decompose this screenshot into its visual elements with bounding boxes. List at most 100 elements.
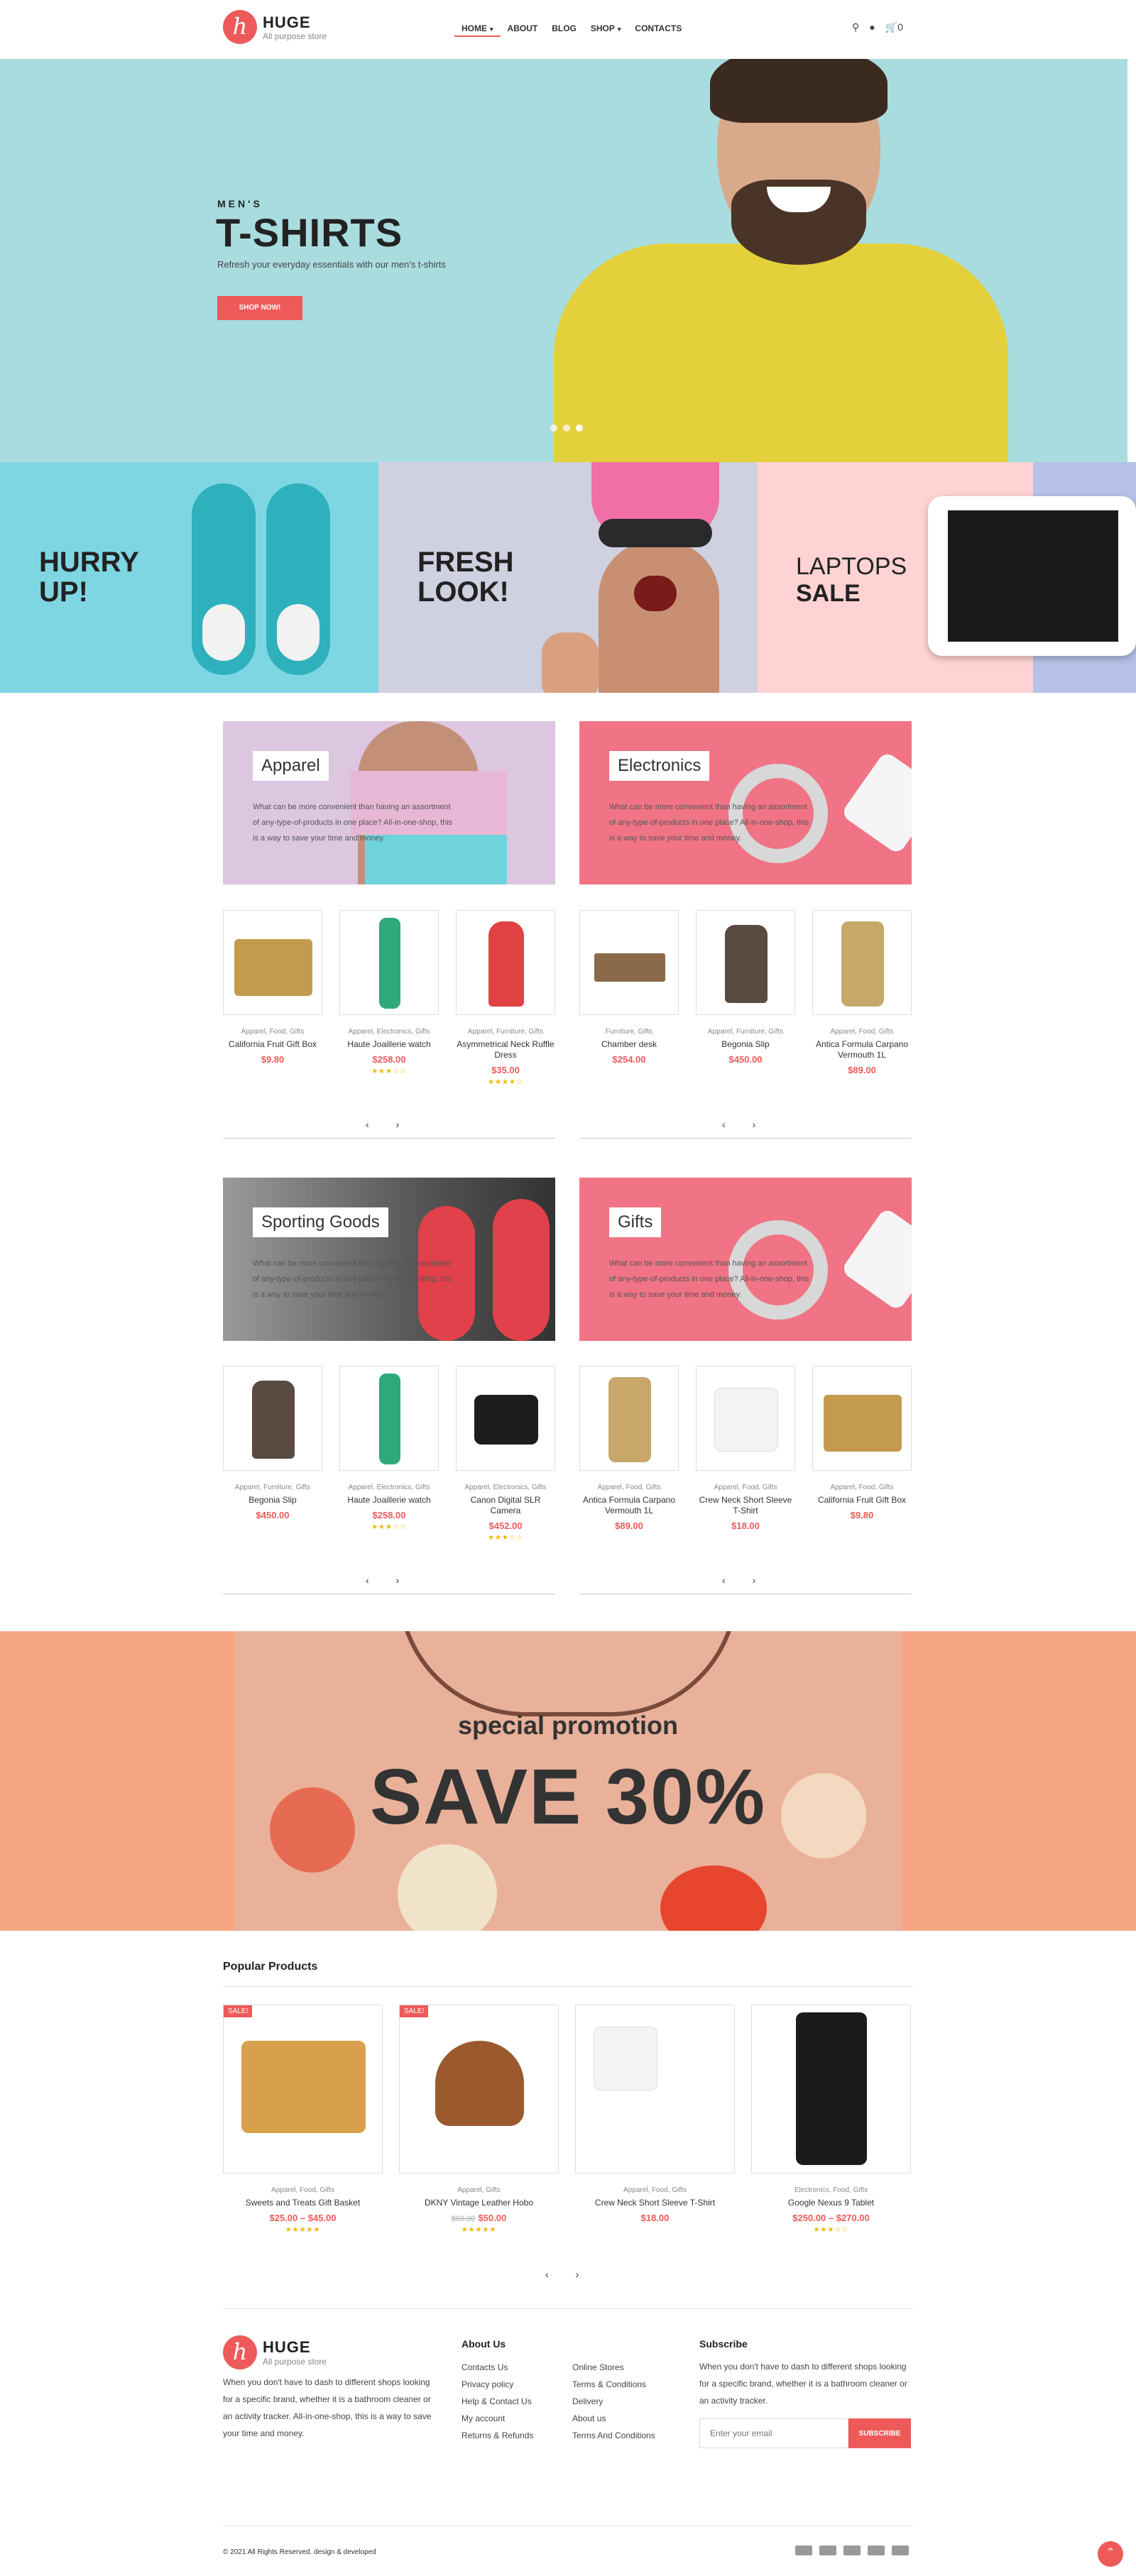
product-image[interactable]: SALE! [223,2005,383,2174]
next-arrow-icon[interactable]: › [753,1119,756,1130]
nav-shop[interactable]: SHOP ▾ [584,21,628,37]
product-card[interactable]: Apparel, Food, Gifts Crew Neck Short Sle… [696,1366,795,1534]
product-image[interactable] [579,910,679,1015]
footer-link[interactable]: Online Stores [572,2359,655,2376]
special-promotion-banner[interactable]: special promotion SAVE 30% [0,1631,1136,1931]
footer-link[interactable]: Returns & Refunds [462,2427,533,2444]
footer-link[interactable]: Terms & Conditions [572,2376,655,2393]
product-card[interactable]: Apparel, Food, Gifts California Fruit Gi… [812,1366,912,1523]
logo-icon[interactable]: h [223,10,257,44]
product-card[interactable]: Apparel, Furniture, Gifts Begonia Slip $… [223,1366,322,1523]
product-card[interactable]: Apparel, Furniture, Gifts Begonia Slip $… [696,910,795,1068]
popular-product-card[interactable]: SALE! Apparel, Food, Gifts Sweets and Tr… [223,2005,383,2234]
product-image[interactable] [579,1366,679,1471]
slider-dot[interactable] [550,424,557,432]
popular-product-card[interactable]: Electronics, Food, Gifts Google Nexus 9 … [751,2005,911,2234]
product-name[interactable]: Chamber desk [579,1039,679,1050]
product-categories[interactable]: Apparel, Furniture, Gifts [223,1484,322,1491]
nav-blog[interactable]: BLOG [545,21,584,37]
prev-arrow-icon[interactable]: ‹ [366,1119,369,1130]
prev-arrow-icon[interactable]: ‹ [722,1119,726,1130]
product-categories[interactable]: Furniture, Gifts [579,1028,679,1036]
footer-link[interactable]: Terms And Conditions [572,2427,655,2444]
prev-arrow-icon[interactable]: ‹ [545,2269,549,2280]
product-categories[interactable]: Apparel, Food, Gifts [812,1028,912,1036]
footer-link[interactable]: My account [462,2410,533,2427]
category-gifts[interactable]: Gifts What can be more convenient than h… [579,1178,912,1341]
product-name[interactable]: Canon Digital SLR Camera [456,1495,555,1516]
product-name[interactable]: Google Nexus 9 Tablet [751,2198,911,2208]
product-name[interactable]: Crew Neck Short Sleeve T-Shirt [575,2198,735,2208]
back-to-top-button[interactable]: ⌃ [1098,2541,1123,2567]
product-name[interactable]: DKNY Vintage Leather Hobo [399,2198,559,2208]
product-card[interactable]: Apparel, Food, Gifts Antica Formula Carp… [579,1366,679,1534]
product-card[interactable]: Apparel, Food, Gifts California Fruit Gi… [223,910,322,1068]
footer-link[interactable]: Contacts Us [462,2359,533,2376]
prev-arrow-icon[interactable]: ‹ [366,1574,369,1586]
product-name[interactable]: Antica Formula Carpano Vermouth 1L [579,1495,679,1516]
product-card[interactable]: Furniture, Gifts Chamber desk $254.00 [579,910,679,1068]
category-apparel[interactable]: Apparel What can be more convenient than… [223,721,555,884]
product-card[interactable]: Apparel, Electronics, Gifts Haute Joaill… [339,910,439,1075]
product-image[interactable] [223,910,322,1015]
product-image[interactable] [575,2005,735,2174]
product-categories[interactable]: Apparel, Food, Gifts [812,1484,912,1491]
product-categories[interactable]: Apparel, Food, Gifts [579,1484,679,1491]
product-image[interactable] [456,910,555,1015]
popular-product-card[interactable]: Apparel, Food, Gifts Crew Neck Short Sle… [575,2005,735,2226]
product-name[interactable]: Begonia Slip [696,1039,795,1050]
product-name[interactable]: Haute Joaillerie watch [339,1039,439,1050]
footer-link[interactable]: Delivery [572,2393,655,2410]
product-categories[interactable]: Apparel, Food, Gifts [696,1484,795,1491]
product-categories[interactable]: Apparel, Gifts [399,2186,559,2194]
product-card[interactable]: Apparel, Food, Gifts Antica Formula Carp… [812,910,912,1078]
product-name[interactable]: Crew Neck Short Sleeve T-Shirt [696,1495,795,1516]
product-name[interactable]: Asymmetrical Neck Ruffle Dress [456,1039,555,1060]
nav-about[interactable]: ABOUT [501,21,545,37]
category-sporting-goods[interactable]: Sporting Goods What can be more convenie… [223,1178,555,1341]
slider-dot[interactable] [576,424,583,432]
promo-hurry-up[interactable]: HURRY UP! [0,462,378,693]
brand-name[interactable]: HUGE [263,13,311,32]
footer-logo-icon[interactable]: h [223,2335,257,2369]
product-name[interactable]: California Fruit Gift Box [812,1495,912,1506]
next-arrow-icon[interactable]: › [576,2269,579,2280]
next-arrow-icon[interactable]: › [396,1119,400,1130]
product-name[interactable]: Sweets and Treats Gift Basket [223,2198,383,2208]
product-name[interactable]: Antica Formula Carpano Vermouth 1L [812,1039,912,1060]
user-icon[interactable]: ● [869,21,875,33]
product-image[interactable] [339,910,439,1015]
product-image[interactable] [339,1366,439,1471]
email-field[interactable] [699,2418,848,2448]
popular-product-card[interactable]: SALE! Apparel, Gifts DKNY Vintage Leathe… [399,2005,559,2234]
next-arrow-icon[interactable]: › [396,1574,400,1586]
nav-contacts[interactable]: CONTACTS [628,21,689,37]
footer-link[interactable]: Privacy policy [462,2376,533,2393]
product-categories[interactable]: Apparel, Food, Gifts [223,1028,322,1036]
cart-icon[interactable]: 🛒0 [885,21,903,33]
shop-now-button[interactable]: SHOP NOW! [217,296,302,320]
product-card[interactable]: Apparel, Furniture, Gifts Asymmetrical N… [456,910,555,1086]
product-image[interactable] [696,910,795,1015]
promo-laptops-sale[interactable]: LAPTOPS SALE [758,462,1136,693]
promo-fresh-look[interactable]: FRESH LOOK! [378,462,758,693]
product-card[interactable]: Apparel, Electronics, Gifts Haute Joaill… [339,1366,439,1531]
product-categories[interactable]: Apparel, Electronics, Gifts [456,1484,555,1491]
product-name[interactable]: Begonia Slip [223,1495,322,1506]
product-name[interactable]: California Fruit Gift Box [223,1039,322,1050]
product-image[interactable] [456,1366,555,1471]
nav-home[interactable]: HOME ▾ [454,21,501,37]
footer-link[interactable]: Help & Contact Us [462,2393,533,2410]
product-categories[interactable]: Apparel, Food, Gifts [223,2186,383,2194]
product-name[interactable]: Haute Joaillerie watch [339,1495,439,1506]
product-image[interactable]: SALE! [399,2005,559,2174]
product-categories[interactable]: Apparel, Furniture, Gifts [696,1028,795,1036]
product-categories[interactable]: Apparel, Food, Gifts [575,2186,735,2194]
product-categories[interactable]: Apparel, Electronics, Gifts [339,1028,439,1036]
subscribe-button[interactable]: SUBSCRIBE [848,2418,911,2448]
category-electronics[interactable]: Electronics What can be more convenient … [579,721,912,884]
product-card[interactable]: Apparel, Electronics, Gifts Canon Digita… [456,1366,555,1542]
product-image[interactable] [696,1366,795,1471]
next-arrow-icon[interactable]: › [753,1574,756,1586]
footer-link[interactable]: About us [572,2410,655,2427]
